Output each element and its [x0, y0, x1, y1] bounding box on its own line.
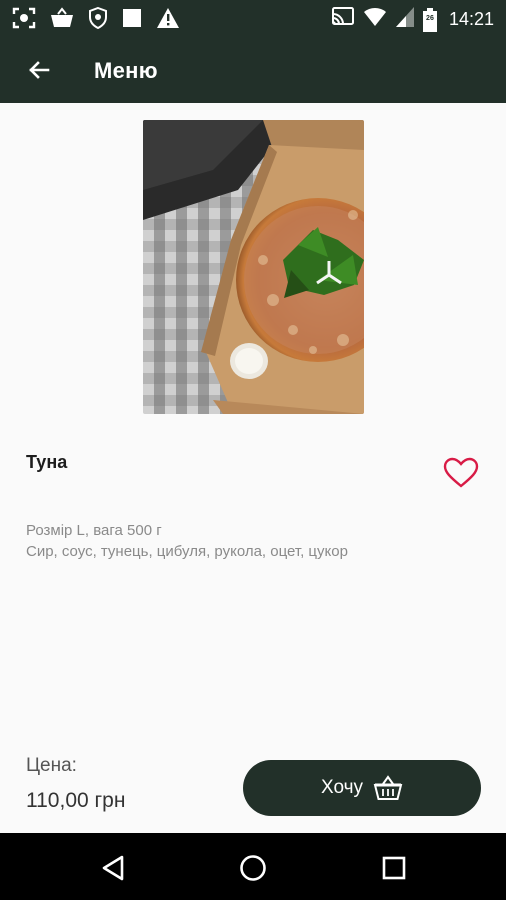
- nav-home-button[interactable]: [236, 851, 270, 885]
- product-description: Розмір L, вага 500 г Сир, соус, тунець, …: [26, 520, 348, 562]
- status-system: 26 14:21: [331, 6, 494, 33]
- cast-icon: [331, 6, 355, 33]
- nav-back-button[interactable]: [96, 851, 130, 885]
- basket-icon: [50, 7, 74, 34]
- warning-icon: [156, 7, 180, 34]
- nav-recents-button[interactable]: [377, 851, 411, 885]
- home-circle-icon: [240, 855, 266, 881]
- page-title: Меню: [94, 58, 158, 83]
- price-label: Цена:: [26, 755, 77, 776]
- recents-square-icon: [382, 856, 406, 880]
- back-button[interactable]: [22, 53, 56, 87]
- status-time: 14:21: [448, 9, 494, 29]
- wifi-icon: [363, 6, 387, 33]
- want-button-label: Хочу: [320, 777, 363, 798]
- size-weight: Розмір L, вага 500 г: [26, 522, 162, 539]
- favorite-button[interactable]: [443, 457, 479, 489]
- ingredients: Сир, соус, тунець, цибуля, рукола, оцет,…: [26, 543, 348, 560]
- pizza-photo: [143, 120, 364, 414]
- battery-level: 26: [426, 14, 434, 22]
- screenshot-icon: [12, 7, 36, 34]
- heart-outline-icon: [443, 457, 479, 488]
- stop-icon: [122, 8, 142, 33]
- app-bar: Меню: [0, 37, 506, 103]
- arrow-back-icon: [29, 61, 50, 79]
- want-button[interactable]: Хочу: [243, 760, 481, 816]
- battery-icon: 26: [422, 7, 437, 32]
- price-value: 110,00 грн: [26, 789, 126, 812]
- back-triangle-icon: [102, 855, 124, 881]
- status-notifications: [12, 6, 180, 34]
- basket-icon: [373, 775, 403, 800]
- signal-icon: [395, 6, 415, 33]
- system-nav-bar: [0, 833, 506, 900]
- shield-icon: [88, 6, 108, 34]
- product-name: Туна: [26, 452, 68, 472]
- status-bar: 26 14:21: [0, 0, 506, 37]
